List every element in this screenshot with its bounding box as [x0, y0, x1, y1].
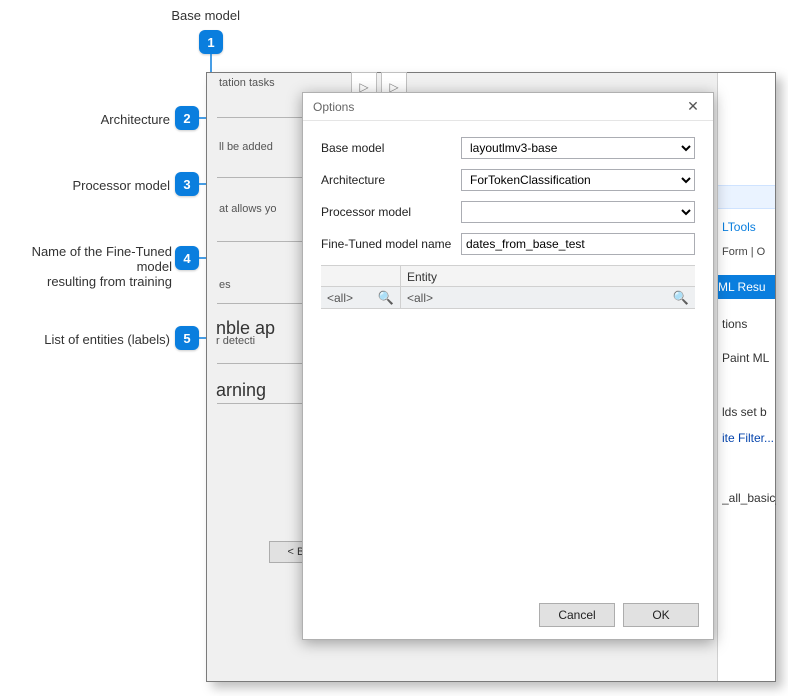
- entity-header-label: Entity: [401, 266, 695, 286]
- bg-text-allows: at allows yo: [219, 203, 276, 215]
- right-panel: Form | O LTools ML Resu tions Paint ML l…: [717, 73, 775, 681]
- panel-item-basic: _all_basic_: [722, 491, 776, 505]
- panel-section-tools: LTools: [718, 215, 775, 239]
- callout-badge-3: 3: [175, 172, 199, 196]
- entity-filter-col1[interactable]: <all> 🔍: [321, 287, 401, 308]
- bg-text-arning: arning: [216, 380, 266, 401]
- cancel-button[interactable]: Cancel: [539, 603, 615, 627]
- panel-link-filter[interactable]: ite Filter...: [722, 431, 776, 445]
- entity-filter-col2[interactable]: <all> 🔍: [401, 287, 695, 308]
- entity-table-header: Entity: [321, 265, 695, 287]
- bg-text-added: ll be added: [219, 141, 301, 153]
- search-icon[interactable]: 🔍: [673, 290, 689, 306]
- callout-label-1: Base model: [120, 8, 240, 23]
- close-icon[interactable]: ✕: [679, 97, 707, 117]
- callout-label-4: Name of the Fine-Tuned model resulting f…: [2, 244, 172, 289]
- label-architecture: Architecture: [321, 173, 461, 187]
- panel-item-ids: lds set b: [722, 405, 776, 419]
- callout-label-5: List of entities (labels): [10, 332, 170, 347]
- architecture-select[interactable]: ForTokenClassification: [461, 169, 695, 191]
- panel-tab-form[interactable]: Form | O: [718, 246, 776, 258]
- callout-label-3: Processor model: [20, 178, 170, 193]
- bg-text-tasks: tation tasks: [219, 77, 301, 89]
- label-fine-tuned: Fine-Tuned model name: [321, 237, 461, 251]
- label-base-model: Base model: [321, 141, 461, 155]
- bg-text-es: es: [219, 279, 231, 291]
- bg-text-detect: r detecti: [216, 335, 255, 347]
- search-icon[interactable]: 🔍: [378, 290, 394, 306]
- callout-label-2: Architecture: [50, 112, 170, 127]
- label-processor-model: Processor model: [321, 205, 461, 219]
- callout-badge-2: 2: [175, 106, 199, 130]
- callout-badge-1: 1: [199, 30, 223, 54]
- ok-button[interactable]: OK: [623, 603, 699, 627]
- callout-badge-5: 5: [175, 326, 199, 350]
- dialog-title: Options: [313, 100, 354, 114]
- panel-item-ml-results[interactable]: ML Resu: [718, 275, 775, 299]
- panel-item-tions[interactable]: tions: [722, 317, 776, 331]
- base-model-select[interactable]: layoutlmv3-base: [461, 137, 695, 159]
- dialog-titlebar: Options ✕: [303, 93, 713, 121]
- options-dialog: Options ✕ Base model layoutlmv3-base Arc…: [302, 92, 714, 640]
- entity-list: [321, 309, 695, 565]
- fine-tuned-name-input[interactable]: [461, 233, 695, 255]
- callout-badge-4: 4: [175, 246, 199, 270]
- panel-item-paint[interactable]: Paint ML: [722, 351, 776, 365]
- processor-model-select[interactable]: [461, 201, 695, 223]
